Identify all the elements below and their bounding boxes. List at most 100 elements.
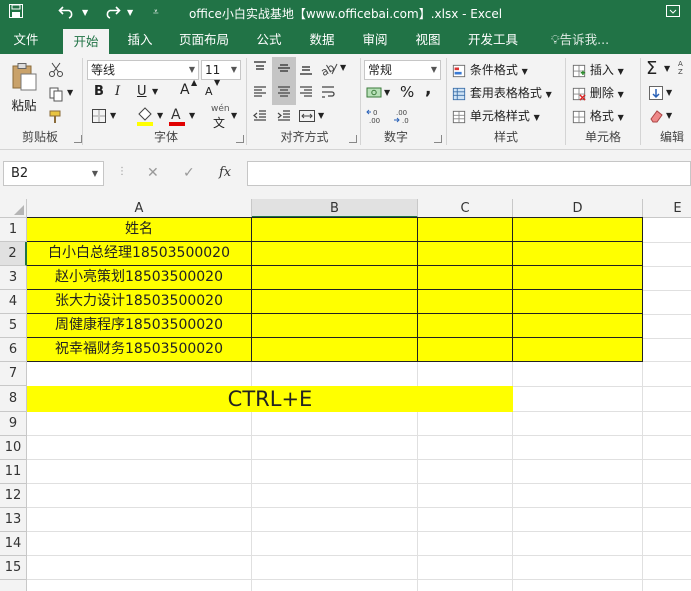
- tab-page-layout[interactable]: 页面布局: [171, 26, 237, 54]
- cell-a2[interactable]: 白小白总经理18503500020: [27, 242, 252, 266]
- borders-dropdown-icon[interactable]: ▼: [110, 111, 116, 120]
- format-cells-button[interactable]: 格式 ▼: [572, 107, 624, 124]
- conditional-formatting-button[interactable]: 条件格式 ▼: [452, 61, 528, 78]
- cell-d5[interactable]: [513, 314, 643, 338]
- orientation-dropdown-icon[interactable]: ▼: [340, 63, 346, 72]
- column-header-c[interactable]: C: [418, 199, 513, 218]
- insert-cells-button[interactable]: 插入 ▼: [572, 61, 624, 78]
- name-box[interactable]: B2 ▼: [3, 161, 104, 186]
- font-name-select[interactable]: 等线 ▼: [87, 60, 199, 80]
- tab-data[interactable]: 数据: [300, 26, 344, 54]
- sort-filter-icon[interactable]: AZ: [678, 58, 691, 79]
- row-header-9[interactable]: 9: [0, 412, 27, 436]
- borders-icon[interactable]: [91, 108, 107, 127]
- grow-font-button[interactable]: A: [180, 82, 190, 98]
- fill-color-icon[interactable]: [136, 106, 154, 129]
- orientation-icon[interactable]: ab: [319, 60, 338, 79]
- column-header-d[interactable]: D: [513, 199, 643, 218]
- cell-b1[interactable]: [252, 218, 418, 242]
- align-center-icon[interactable]: [276, 84, 292, 103]
- fill-dropdown-icon[interactable]: ▼: [157, 111, 163, 120]
- align-left-icon[interactable]: [252, 84, 268, 103]
- delete-cells-button[interactable]: 删除 ▼: [572, 84, 624, 101]
- row-header-15[interactable]: 15: [0, 556, 27, 580]
- copy-dropdown-icon[interactable]: ▼: [67, 88, 73, 97]
- merge-center-icon[interactable]: [298, 108, 316, 127]
- tab-developer[interactable]: 开发工具: [459, 26, 527, 54]
- align-right-icon[interactable]: [298, 84, 314, 103]
- cell-b3[interactable]: [252, 266, 418, 290]
- paste-button[interactable]: 粘贴: [8, 62, 40, 113]
- tab-home[interactable]: 开始: [63, 29, 109, 54]
- cell-d3[interactable]: [513, 266, 643, 290]
- row-header-6[interactable]: 6: [0, 338, 27, 362]
- column-header-b[interactable]: B: [252, 199, 418, 218]
- row-header-8[interactable]: 8: [0, 386, 27, 412]
- format-as-table-button[interactable]: 套用表格格式 ▼: [452, 84, 552, 101]
- cancel-icon[interactable]: ✕: [147, 165, 159, 181]
- currency-icon[interactable]: [366, 85, 384, 104]
- ribbon-display-icon[interactable]: [665, 3, 681, 23]
- currency-dropdown-icon[interactable]: ▼: [384, 88, 390, 97]
- cell-a1[interactable]: 姓名: [27, 218, 252, 242]
- increase-indent-icon[interactable]: [276, 108, 292, 127]
- select-all-corner[interactable]: [0, 199, 27, 218]
- row-header-14[interactable]: 14: [0, 532, 27, 556]
- cell-b4[interactable]: [252, 290, 418, 314]
- ctrl-e-banner[interactable]: CTRL+E: [27, 386, 513, 412]
- align-bottom-icon[interactable]: [298, 60, 314, 79]
- cell-b6[interactable]: [252, 338, 418, 362]
- enter-icon[interactable]: ✓: [183, 165, 195, 181]
- row-header-2[interactable]: 2: [0, 242, 27, 266]
- tab-review[interactable]: 审阅: [353, 26, 397, 54]
- column-header-e[interactable]: E: [643, 199, 691, 218]
- row-header-3[interactable]: 3: [0, 266, 27, 290]
- autosum-icon[interactable]: Σ: [646, 58, 657, 79]
- insert-function-icon[interactable]: fx: [219, 165, 231, 180]
- cell-a4[interactable]: 张大力设计18503500020: [27, 290, 252, 314]
- cell-b5[interactable]: [252, 314, 418, 338]
- column-header-a[interactable]: A: [27, 199, 252, 218]
- row-header-12[interactable]: 12: [0, 484, 27, 508]
- cell-b2[interactable]: [252, 242, 418, 266]
- tab-formulas[interactable]: 公式: [247, 26, 291, 54]
- phonetic-dropdown-icon[interactable]: ▼: [231, 111, 237, 120]
- font-color-icon[interactable]: A: [168, 106, 186, 129]
- row-header-11[interactable]: 11: [0, 460, 27, 484]
- align-middle-icon[interactable]: [276, 60, 292, 79]
- clear-dropdown-icon[interactable]: ▼: [666, 111, 672, 120]
- cell-d6[interactable]: [513, 338, 643, 362]
- clipboard-launcher-icon[interactable]: [74, 135, 82, 143]
- cell-d2[interactable]: [513, 242, 643, 266]
- underline-dropdown-icon[interactable]: ▼: [152, 87, 158, 96]
- merge-dropdown-icon[interactable]: ▼: [318, 111, 324, 120]
- phonetic-button[interactable]: wén: [211, 104, 230, 114]
- decrease-indent-icon[interactable]: [252, 108, 268, 127]
- autosum-dropdown-icon[interactable]: ▼: [664, 64, 670, 73]
- tell-me-search[interactable]: 💡︎告诉我...: [542, 26, 618, 54]
- tab-insert[interactable]: 插入: [118, 26, 162, 54]
- cell-c5[interactable]: [418, 314, 513, 338]
- cell-d1[interactable]: [513, 218, 643, 242]
- row-header-16[interactable]: [0, 580, 27, 591]
- cell-styles-button[interactable]: 单元格样式 ▼: [452, 107, 540, 124]
- fill-icon[interactable]: [648, 85, 664, 104]
- decrease-decimal-icon[interactable]: .00.0: [393, 107, 415, 128]
- tab-file[interactable]: 文件: [0, 26, 52, 54]
- cell-c2[interactable]: [418, 242, 513, 266]
- cell-a6[interactable]: 祝幸福财务18503500020: [27, 338, 252, 362]
- clear-icon[interactable]: [648, 108, 664, 127]
- font-size-select[interactable]: 11 ▼: [201, 60, 241, 80]
- tab-view[interactable]: 视图: [406, 26, 450, 54]
- cell-c4[interactable]: [418, 290, 513, 314]
- cell-d4[interactable]: [513, 290, 643, 314]
- row-header-4[interactable]: 4: [0, 290, 27, 314]
- row-header-7[interactable]: 7: [0, 362, 27, 386]
- row-header-1[interactable]: 1: [0, 218, 27, 242]
- underline-button[interactable]: U: [137, 84, 147, 99]
- cell-a5[interactable]: 周健康程序18503500020: [27, 314, 252, 338]
- cut-icon[interactable]: [48, 62, 64, 81]
- number-launcher-icon[interactable]: [434, 135, 442, 143]
- alignment-launcher-icon[interactable]: [349, 135, 357, 143]
- fill-dropdown-icon[interactable]: ▼: [666, 88, 672, 97]
